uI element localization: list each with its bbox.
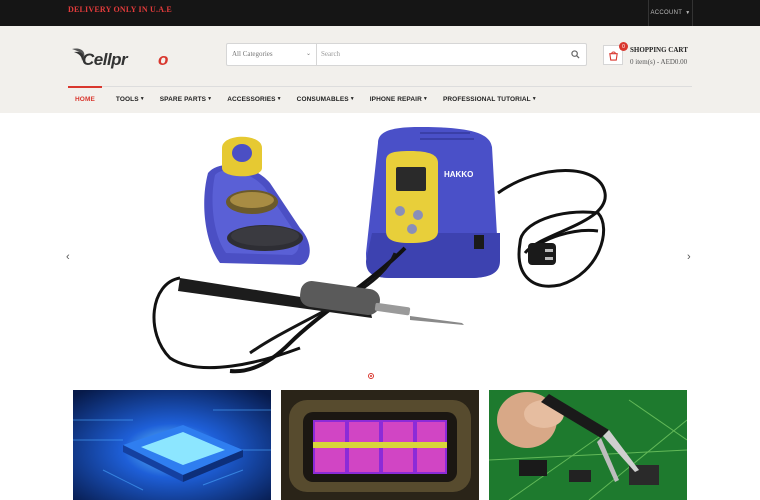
promo-tile-screen[interactable]: [281, 390, 479, 500]
search-bar: All Categories ⌄ Search: [226, 43, 587, 66]
nav-item-label: ACCESSORIES: [227, 95, 276, 103]
search-button[interactable]: [564, 44, 586, 65]
nav-item-accessories[interactable]: ACCESSORIES ▼: [227, 86, 281, 112]
main-nav: HOME TOOLS ▼ SPARE PARTS ▼ ACCESSORIES ▼ CO…: [68, 86, 692, 112]
display-panel-image: [281, 390, 479, 500]
account-label: ACCOUNT: [650, 10, 683, 16]
category-select[interactable]: All Categories ⌄: [227, 44, 317, 65]
chevron-down-icon: ⌄: [305, 51, 311, 57]
caret-down-icon: ▼: [422, 96, 428, 102]
account-menu[interactable]: ACCOUNT ▼: [648, 0, 693, 26]
nav-item-label: IPHONE REPAIR: [369, 95, 422, 103]
nav-item-home[interactable]: HOME: [68, 86, 102, 112]
promo-tile-chip[interactable]: [73, 390, 271, 500]
cart-count-badge: 0: [619, 42, 628, 51]
station-brand-label: HAKKO: [444, 170, 473, 179]
nav-item-consumables[interactable]: CONSUMABLES ▼: [297, 86, 355, 112]
soldering-station-image: HAKKO: [152, 127, 607, 374]
caret-down-icon: ▼: [349, 96, 355, 102]
nav-item-label: PROFESSIONAL TUTORIAL: [442, 95, 531, 103]
site-logo[interactable]: Cellpr o: [70, 43, 188, 71]
site-header: Cellpr o All Categories ⌄ Search 0 SHOPP…: [0, 26, 760, 113]
nav-item-professional-tutorial[interactable]: PROFESSIONAL TUTORIAL ▼: [443, 86, 537, 112]
caret-down-icon: ▼: [207, 96, 213, 102]
svg-text:Cellpr: Cellpr: [82, 50, 129, 69]
cart-title: SHOPPING CART: [630, 46, 688, 54]
nav-item-label: SPARE PARTS: [159, 95, 207, 103]
delivery-notice: DELIVERY ONLY IN U.A.E: [68, 5, 172, 14]
category-select-value: All Categories: [232, 50, 273, 58]
shopping-cart[interactable]: 0 SHOPPING CART 0 item(s) - AED0.00: [603, 42, 703, 75]
processor-image: [73, 390, 271, 500]
top-bar: DELIVERY ONLY IN U.A.E ACCOUNT ▼: [0, 0, 760, 26]
slide-indicator-dot[interactable]: [368, 373, 374, 379]
caret-down-icon: ▼: [531, 96, 537, 102]
caret-down-icon: ▼: [139, 96, 145, 102]
nav-item-tools[interactable]: TOOLS ▼: [116, 86, 145, 112]
search-icon: [570, 50, 580, 59]
cart-icon: [608, 50, 618, 61]
caret-down-icon: ▼: [276, 96, 282, 102]
svg-text:o: o: [158, 50, 168, 69]
search-input[interactable]: Search: [321, 44, 561, 65]
nav-item-label: TOOLS: [115, 95, 139, 103]
promo-tile-pcb[interactable]: [489, 390, 687, 500]
nav-item-label: CONSUMABLES: [296, 95, 349, 103]
cart-summary: 0 item(s) - AED0.00: [630, 58, 688, 66]
nav-item-label: HOME: [75, 95, 95, 103]
caret-down-icon: ▼: [685, 10, 691, 16]
nav-item-iphone-repair[interactable]: IPHONE REPAIR ▼: [370, 86, 428, 112]
circuit-board-image: [489, 390, 687, 500]
nav-item-spare-parts[interactable]: SPARE PARTS ▼: [160, 86, 212, 112]
hero-slider[interactable]: ‹ › HAKKO: [0, 113, 760, 388]
